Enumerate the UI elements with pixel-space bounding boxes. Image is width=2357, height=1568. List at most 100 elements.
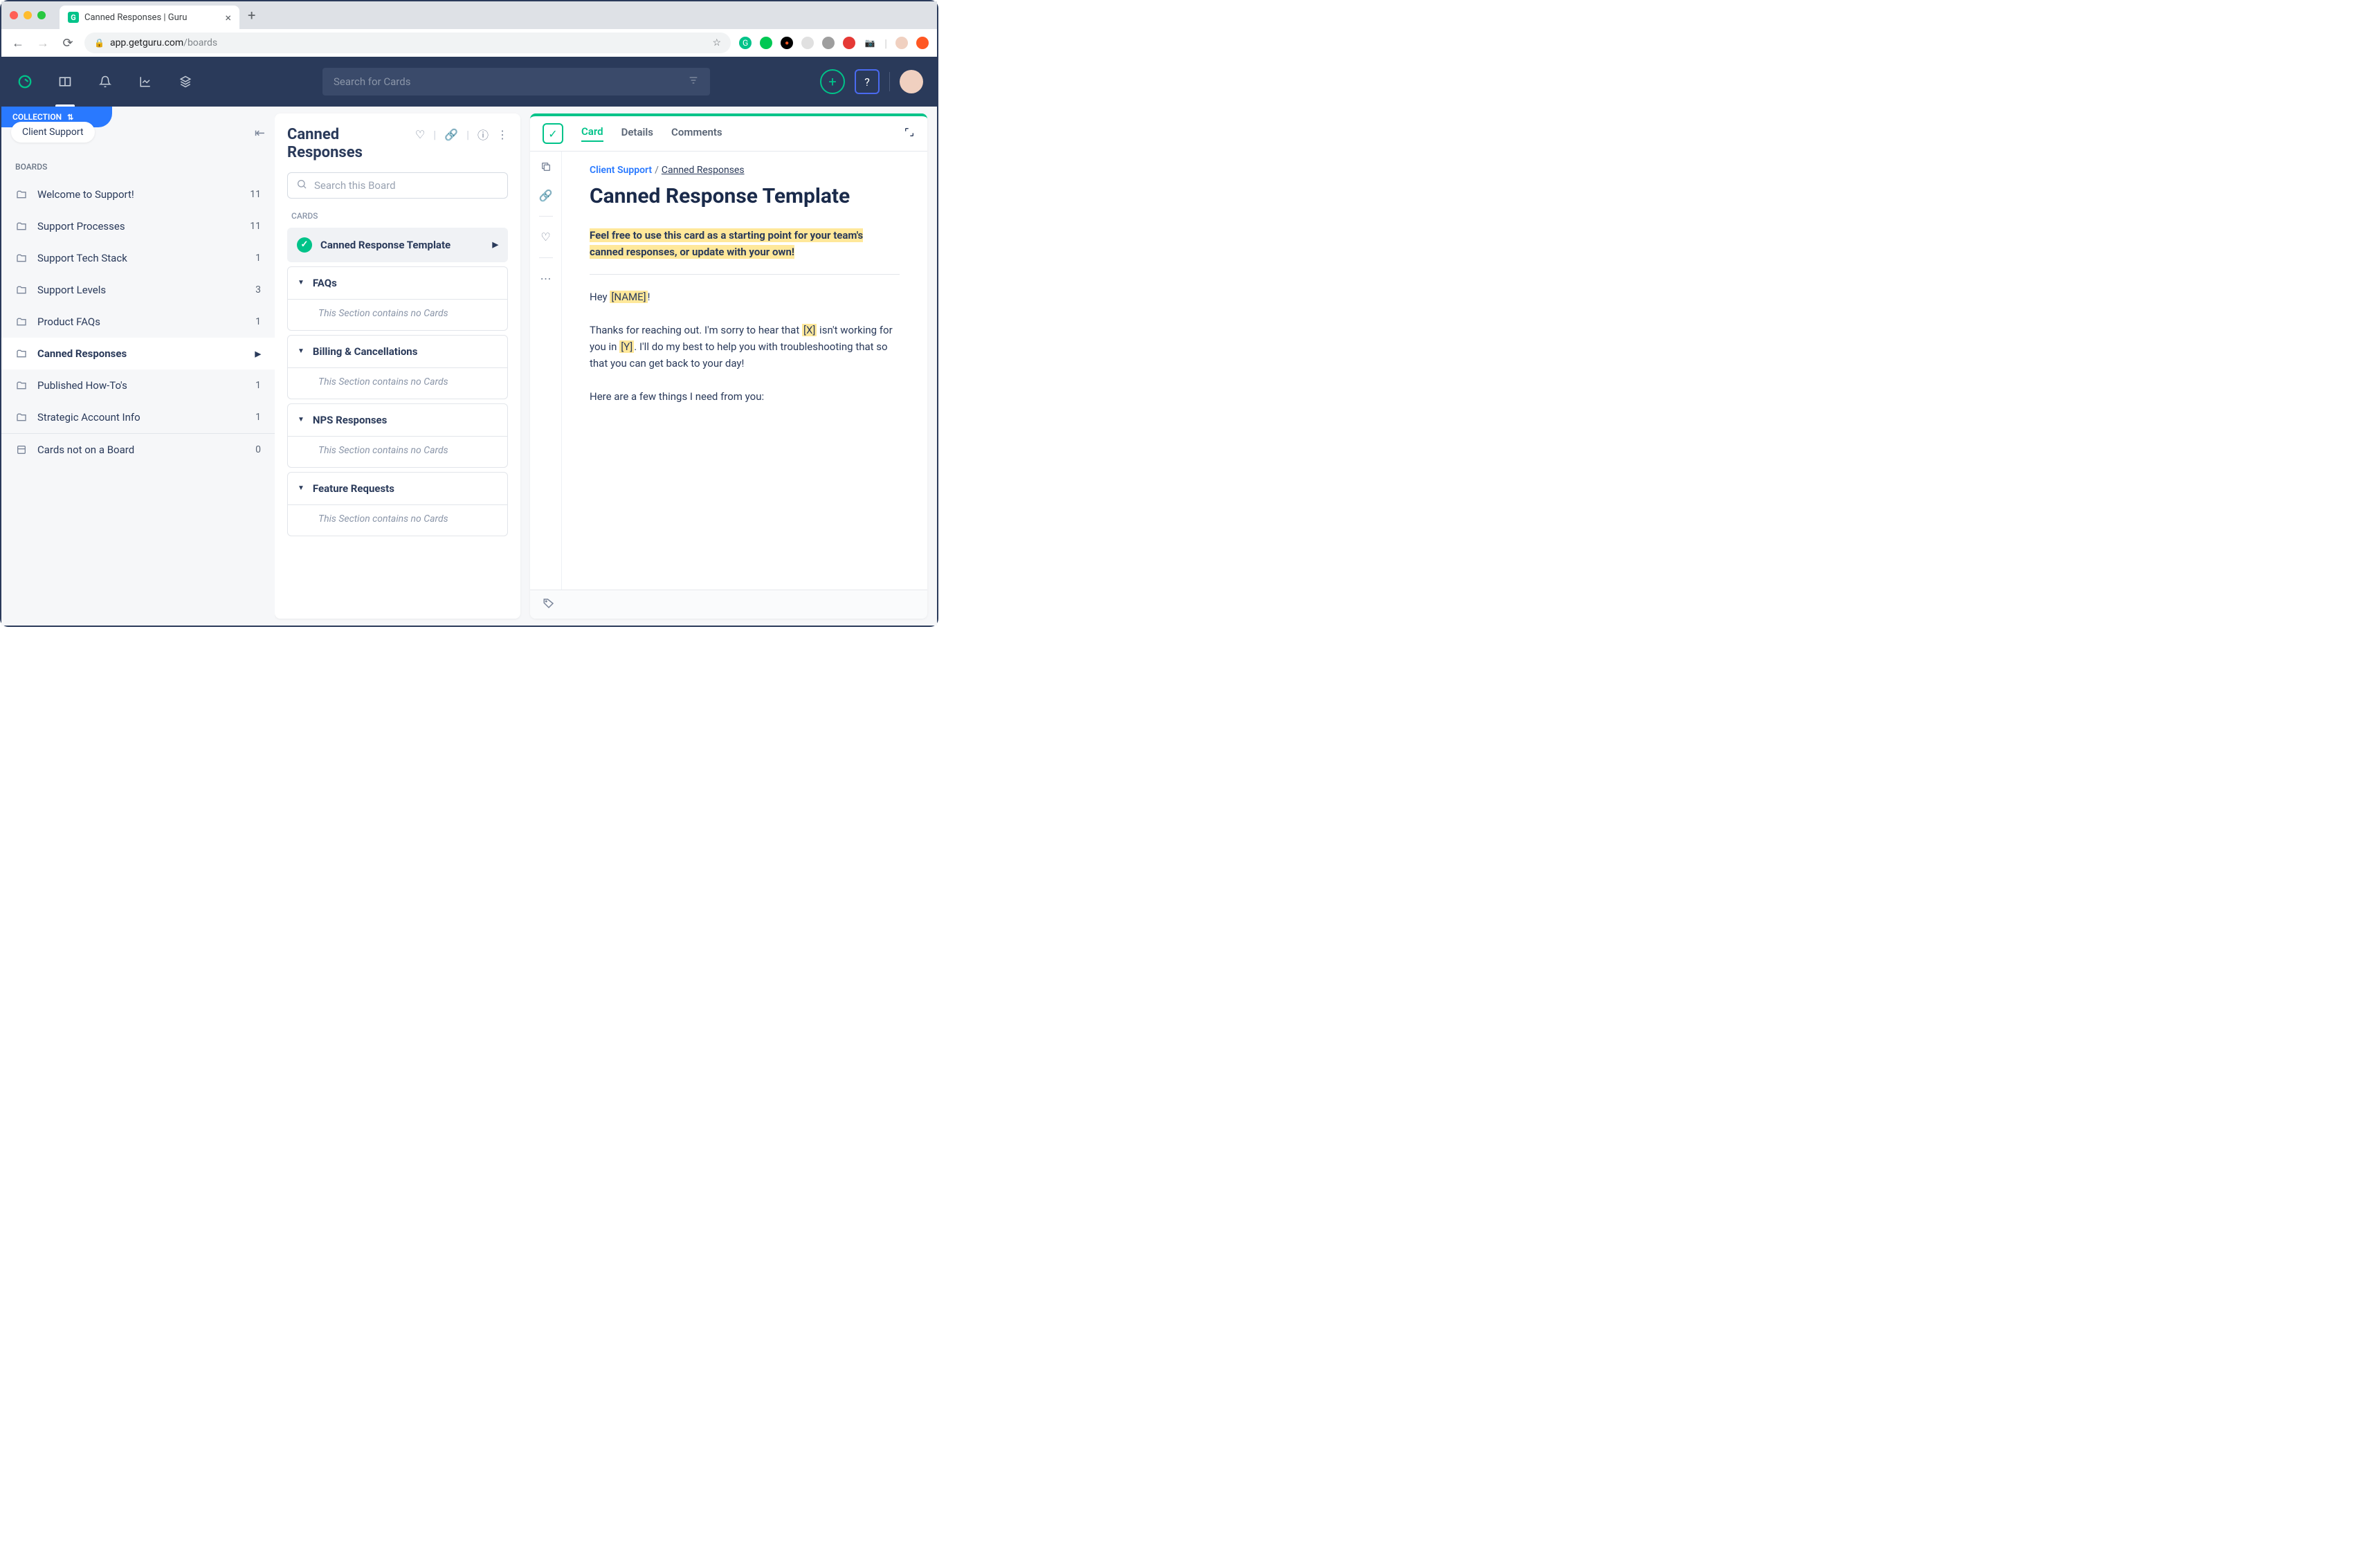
card-footer (530, 590, 927, 619)
reload-button[interactable]: ⟳ (60, 35, 76, 51)
chevron-updown-icon: ⇅ (67, 113, 73, 122)
board-item[interactable]: Welcome to Support! 11 (1, 179, 275, 210)
verify-check-icon[interactable]: ✓ (543, 123, 563, 144)
url-input[interactable]: 🔒 app.getguru.com/boards ☆ (84, 33, 731, 53)
folder-icon (15, 316, 28, 328)
analytics-nav-icon[interactable] (136, 72, 155, 91)
body-line: Thanks for reaching out. I'm sorry to he… (590, 322, 900, 372)
folder-icon (15, 379, 28, 392)
search-input[interactable]: Search for Cards (322, 68, 710, 95)
boards-nav-icon[interactable] (55, 72, 75, 91)
card-icon (15, 444, 28, 456)
card-row-selected[interactable]: ✓ Canned Response Template ▶ (287, 228, 508, 262)
board-item[interactable]: Support Tech Stack 1 (1, 242, 275, 274)
ext-icon[interactable] (916, 37, 929, 49)
folder-icon (15, 188, 28, 201)
back-button[interactable]: ← (10, 35, 26, 51)
folder-icon (15, 220, 28, 233)
board-item-active[interactable]: Canned Responses ▶ (1, 338, 275, 370)
search-icon (296, 179, 307, 192)
maximize-window-button[interactable] (37, 11, 46, 19)
board-panel: Canned Responses ♡ | 🔗 | ⓘ ⋮ Search this… (275, 113, 520, 619)
collapse-sidebar-icon[interactable]: ⇤ (255, 126, 265, 140)
heart-icon[interactable]: ♡ (415, 128, 425, 141)
new-tab-button[interactable]: + (248, 7, 255, 24)
close-tab-icon[interactable]: × (225, 11, 231, 24)
card-panel: ✓ Card Details Comments 🔗 ♡ ⋯ Client Sup… (530, 113, 927, 619)
stack-nav-icon[interactable] (176, 72, 195, 91)
body-line: Hey [NAME]! (590, 289, 900, 305)
guru-logo-icon[interactable] (15, 72, 35, 91)
tag-icon[interactable] (543, 597, 555, 612)
info-icon[interactable]: ⓘ (477, 126, 489, 143)
breadcrumb-board[interactable]: Canned Responses (662, 165, 745, 176)
card-title: Canned Response Template (590, 185, 900, 209)
ext-icon[interactable]: ● (781, 37, 793, 49)
window-controls (10, 11, 46, 19)
camera-ext-icon[interactable]: 📷 (864, 37, 876, 49)
tab-title: Canned Responses | Guru (84, 12, 219, 23)
minimize-window-button[interactable] (24, 11, 32, 19)
copy-icon[interactable] (540, 161, 552, 175)
board-item[interactable]: Product FAQs 1 (1, 306, 275, 338)
tab-details[interactable]: Details (621, 126, 653, 141)
tab-card[interactable]: Card (581, 125, 603, 142)
section-row[interactable]: ▼Billing & Cancellations This Section co… (287, 335, 508, 399)
section-row[interactable]: ▼Feature Requests This Section contains … (287, 472, 508, 536)
guru-favicon: G (68, 12, 79, 23)
body-line: Here are a few things I need from you: (590, 388, 900, 405)
ext-icon[interactable] (843, 37, 855, 49)
board-item[interactable]: Support Levels 3 (1, 274, 275, 306)
more-icon[interactable]: ⋯ (540, 272, 552, 285)
board-item[interactable]: Published How-To's 1 (1, 370, 275, 401)
triangle-down-icon: ▼ (298, 484, 304, 492)
chevron-right-icon: ▶ (493, 240, 498, 249)
triangle-down-icon: ▼ (298, 416, 304, 423)
collection-pill[interactable]: Client Support (11, 122, 95, 143)
section-row[interactable]: ▼FAQs This Section contains no Cards (287, 266, 508, 331)
board-title: Canned Responses (287, 126, 415, 163)
folder-icon (15, 284, 28, 296)
star-icon[interactable]: ☆ (713, 37, 722, 48)
section-row[interactable]: ▼NPS Responses This Section contains no … (287, 403, 508, 468)
board-item[interactable]: Strategic Account Info 1 (1, 401, 275, 433)
link-icon[interactable]: 🔗 (444, 128, 458, 141)
forward-button[interactable]: → (35, 35, 51, 51)
extension-icons: G ● 📷 | (739, 37, 929, 50)
tab-comments[interactable]: Comments (671, 126, 722, 141)
ext-icon[interactable] (760, 37, 772, 49)
filter-icon[interactable] (688, 75, 699, 89)
triangle-down-icon: ▼ (298, 279, 304, 286)
breadcrumb: Client Support/Canned Responses (590, 163, 900, 178)
intro-text: Feel free to use this card as a starting… (590, 228, 863, 259)
triangle-down-icon: ▼ (298, 347, 304, 355)
heart-icon[interactable]: ♡ (540, 230, 550, 244)
address-bar: ← → ⟳ 🔒 app.getguru.com/boards ☆ G ● 📷 | (1, 29, 937, 57)
expand-icon[interactable] (904, 127, 915, 140)
folder-icon (15, 411, 28, 423)
board-item[interactable]: Support Processes 11 (1, 210, 275, 242)
notifications-nav-icon[interactable] (95, 72, 115, 91)
cards-not-on-board[interactable]: Cards not on a Board 0 (1, 433, 275, 466)
add-button[interactable]: + (820, 69, 845, 94)
app-nav: Search for Cards + ? (1, 57, 937, 107)
card-side-actions: 🔗 ♡ ⋯ (530, 152, 562, 590)
breadcrumb-collection[interactable]: Client Support (590, 165, 652, 176)
chevron-right-icon: ▶ (255, 349, 261, 358)
boards-label: BOARDS (1, 148, 275, 179)
profile-avatar[interactable] (895, 37, 908, 49)
ext-icon[interactable] (801, 37, 814, 49)
help-button[interactable]: ? (855, 69, 880, 94)
lock-icon: 🔒 (94, 38, 104, 48)
guru-ext-icon[interactable]: G (739, 37, 752, 49)
folder-icon (15, 252, 28, 264)
link-icon[interactable]: 🔗 (539, 189, 553, 202)
browser-tab[interactable]: G Canned Responses | Guru × (60, 6, 239, 29)
more-icon[interactable]: ⋮ (497, 128, 508, 141)
browser-tab-bar: G Canned Responses | Guru × + (1, 1, 937, 29)
cards-label: CARDS (291, 211, 504, 221)
ext-icon[interactable] (822, 37, 835, 49)
user-avatar[interactable] (900, 70, 923, 93)
board-search-input[interactable]: Search this Board (287, 172, 508, 199)
close-window-button[interactable] (10, 11, 18, 19)
